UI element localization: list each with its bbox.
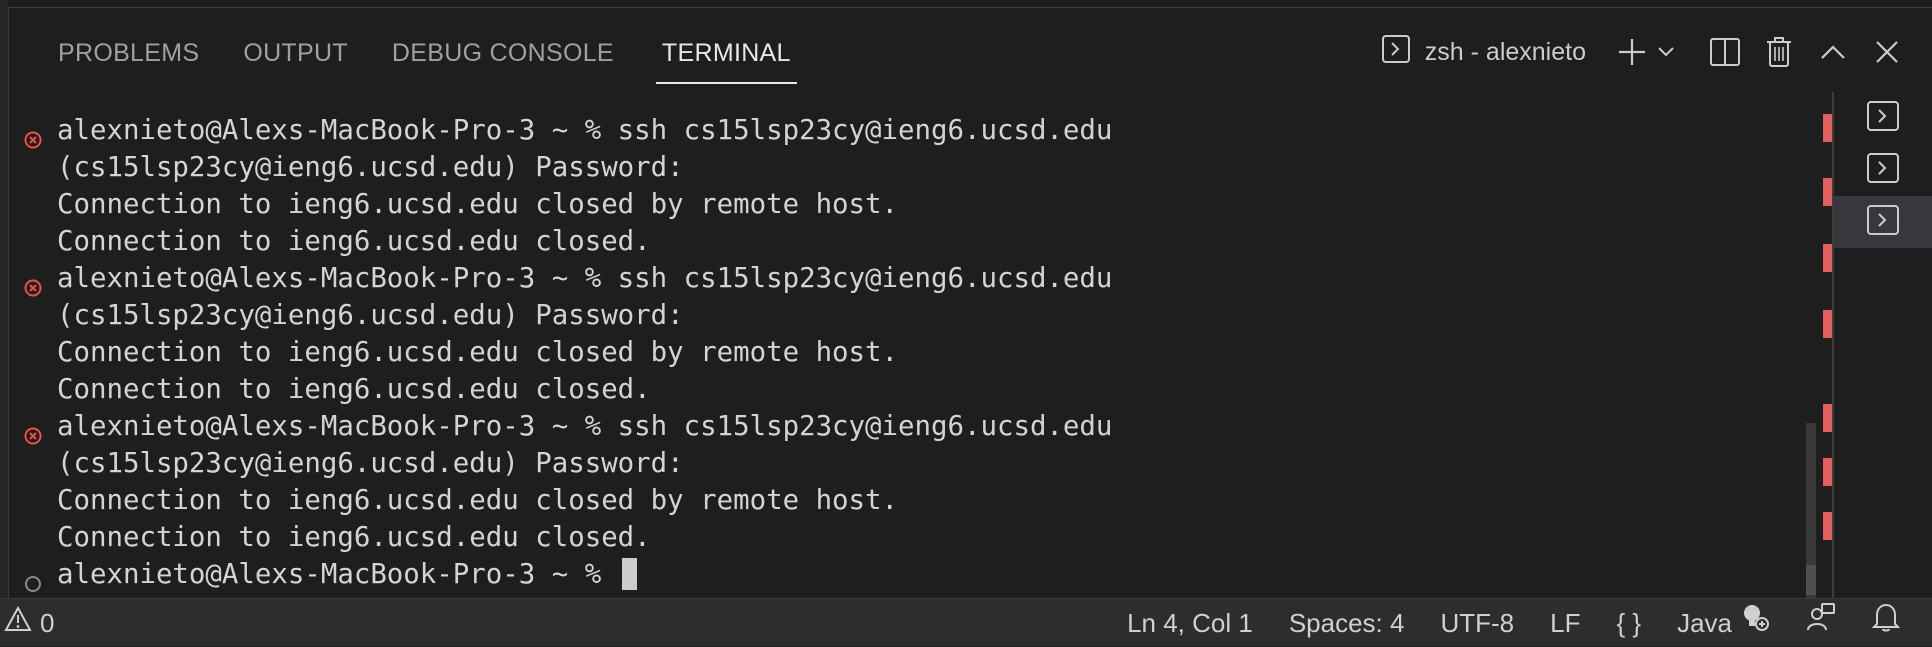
terminal-line-text: alexnieto@Alexs-MacBook-Pro-3 ~ % ssh cs… — [57, 411, 1113, 442]
end-of-line[interactable]: LF — [1532, 599, 1598, 647]
chevron-down-icon — [1657, 46, 1675, 58]
terminal-selector[interactable]: zsh - alexnieto — [1381, 34, 1586, 71]
tab-output[interactable]: OUTPUT — [231, 28, 360, 84]
plus-icon — [1617, 37, 1647, 67]
maximize-panel-button[interactable] — [1806, 28, 1860, 76]
terminal-line: Connection to ieng6.ucsd.edu closed. — [24, 223, 1814, 260]
terminal-line-text: (cs15lsp23cy@ieng6.ucsd.edu) Password: — [57, 152, 684, 183]
terminal-line: (cs15lsp23cy@ieng6.ucsd.edu) Password: — [24, 445, 1814, 482]
overview-ruler-mark — [1823, 458, 1832, 486]
command-error-decoration-icon[interactable] — [24, 270, 42, 297]
feedback-button[interactable] — [1788, 599, 1854, 647]
tab-problems[interactable]: PROBLEMS — [46, 28, 211, 84]
terminal-line-text: Connection to ieng6.ucsd.edu closed. — [57, 226, 651, 257]
terminal-line: (cs15lsp23cy@ieng6.ucsd.edu) Password: — [24, 149, 1814, 186]
panel-left-edge — [0, 0, 9, 598]
terminal-line-text: Connection to ieng6.ucsd.edu closed. — [57, 522, 651, 553]
terminal-line-text: Connection to ieng6.ucsd.edu closed. — [57, 374, 651, 405]
split-icon — [1709, 37, 1741, 67]
terminal-line-text: alexnieto@Alexs-MacBook-Pro-3 ~ % ssh cs… — [57, 263, 1113, 294]
command-error-decoration-icon[interactable] — [24, 122, 42, 149]
terminal-line-text: (cs15lsp23cy@ieng6.ucsd.edu) Password: — [57, 448, 684, 479]
indentation[interactable]: Spaces: 4 — [1271, 599, 1423, 647]
encoding[interactable]: UTF-8 — [1422, 599, 1532, 647]
overview-ruler-mark — [1823, 512, 1832, 540]
command-error-decoration-icon[interactable] — [24, 418, 42, 445]
warning-count: 0 — [40, 608, 55, 638]
overview-ruler-mark — [1823, 310, 1832, 338]
terminal-line: Connection to ieng6.ucsd.edu closed by r… — [24, 334, 1814, 371]
terminal-icon — [1866, 100, 1900, 137]
terminal-tab-1[interactable] — [1834, 92, 1932, 144]
terminal-line: alexnieto@Alexs-MacBook-Pro-3 ~ % — [24, 556, 1814, 593]
terminal-icon — [1866, 152, 1900, 189]
terminal-line-text: alexnieto@Alexs-MacBook-Pro-3 ~ % ssh cs… — [57, 115, 1113, 146]
tab-terminal[interactable]: TERMINAL — [655, 28, 797, 84]
terminal-line: Connection to ieng6.ucsd.edu closed. — [24, 371, 1814, 408]
terminal-line: alexnieto@Alexs-MacBook-Pro-3 ~ % ssh cs… — [24, 408, 1814, 445]
language-mode[interactable]: Java — [1659, 599, 1788, 647]
terminal-name: zsh - alexnieto — [1424, 37, 1586, 66]
panel-top-border — [8, 0, 1932, 8]
close-panel-button[interactable] — [1860, 28, 1914, 76]
overview-ruler-mark — [1823, 178, 1832, 206]
terminal-line: Connection to ieng6.ucsd.edu closed by r… — [24, 482, 1814, 519]
terminal-line: Connection to ieng6.ucsd.edu closed by r… — [24, 186, 1814, 223]
language-braces[interactable]: { } — [1598, 599, 1659, 647]
bell-icon — [1871, 599, 1901, 647]
overview-ruler-mark — [1823, 404, 1832, 432]
terminal-tabs-list — [1834, 92, 1932, 598]
terminal-cursor — [621, 557, 637, 590]
launch-profile-button[interactable] — [1652, 28, 1680, 76]
cursor-position[interactable]: Ln 4, Col 1 — [1109, 599, 1271, 647]
new-terminal-button[interactable] — [1612, 28, 1652, 76]
command-default-decoration-icon[interactable] — [24, 566, 42, 592]
trash-icon — [1765, 36, 1793, 68]
terminal-tab-3[interactable] — [1834, 196, 1932, 248]
lightbulb-icon — [1740, 599, 1770, 647]
kill-terminal-button[interactable] — [1752, 28, 1806, 76]
status-bar: 0 Ln 4, Col 1 Spaces: 4 UTF-8 LF { } Jav… — [0, 598, 1932, 646]
terminal-icon — [1381, 34, 1411, 71]
panel-actions: zsh - alexnieto — [1381, 28, 1914, 76]
problems-status[interactable]: 0 — [4, 599, 72, 647]
language-label: Java — [1677, 608, 1732, 638]
terminal-line: alexnieto@Alexs-MacBook-Pro-3 ~ % ssh cs… — [24, 112, 1814, 149]
terminal-line-text: (cs15lsp23cy@ieng6.ucsd.edu) Password: — [57, 300, 684, 331]
terminal-line: Connection to ieng6.ucsd.edu closed. — [24, 519, 1814, 556]
terminal-line-text: Connection to ieng6.ucsd.edu closed by r… — [57, 485, 899, 516]
tab-debug-console[interactable]: DEBUG CONSOLE — [380, 28, 626, 84]
overview-ruler-mark — [1823, 114, 1832, 142]
terminal-tab-2[interactable] — [1834, 144, 1932, 196]
terminal-line-text: Connection to ieng6.ucsd.edu closed by r… — [57, 337, 899, 368]
split-terminal-button[interactable] — [1698, 28, 1752, 76]
notifications-button[interactable] — [1854, 599, 1918, 647]
overview-ruler-mark — [1823, 244, 1832, 272]
close-icon — [1875, 40, 1899, 64]
scrollbar-thumb[interactable] — [1806, 565, 1816, 595]
warning-icon — [4, 599, 32, 647]
terminal-line-text: alexnieto@Alexs-MacBook-Pro-3 ~ % — [57, 559, 618, 590]
person-feedback-icon — [1806, 599, 1836, 647]
terminal-line: (cs15lsp23cy@ieng6.ucsd.edu) Password: — [24, 297, 1814, 334]
panel-tabs: PROBLEMS OUTPUT DEBUG CONSOLE TERMINAL — [36, 28, 807, 86]
terminal-line-text: Connection to ieng6.ucsd.edu closed by r… — [57, 189, 899, 220]
chevron-up-icon — [1820, 44, 1846, 60]
terminal-line: alexnieto@Alexs-MacBook-Pro-3 ~ % ssh cs… — [24, 260, 1814, 297]
terminal-icon — [1866, 204, 1900, 241]
terminal-output[interactable]: alexnieto@Alexs-MacBook-Pro-3 ~ % ssh cs… — [24, 112, 1814, 593]
terminal-panel: PROBLEMS OUTPUT DEBUG CONSOLE TERMINAL z… — [0, 0, 1932, 598]
